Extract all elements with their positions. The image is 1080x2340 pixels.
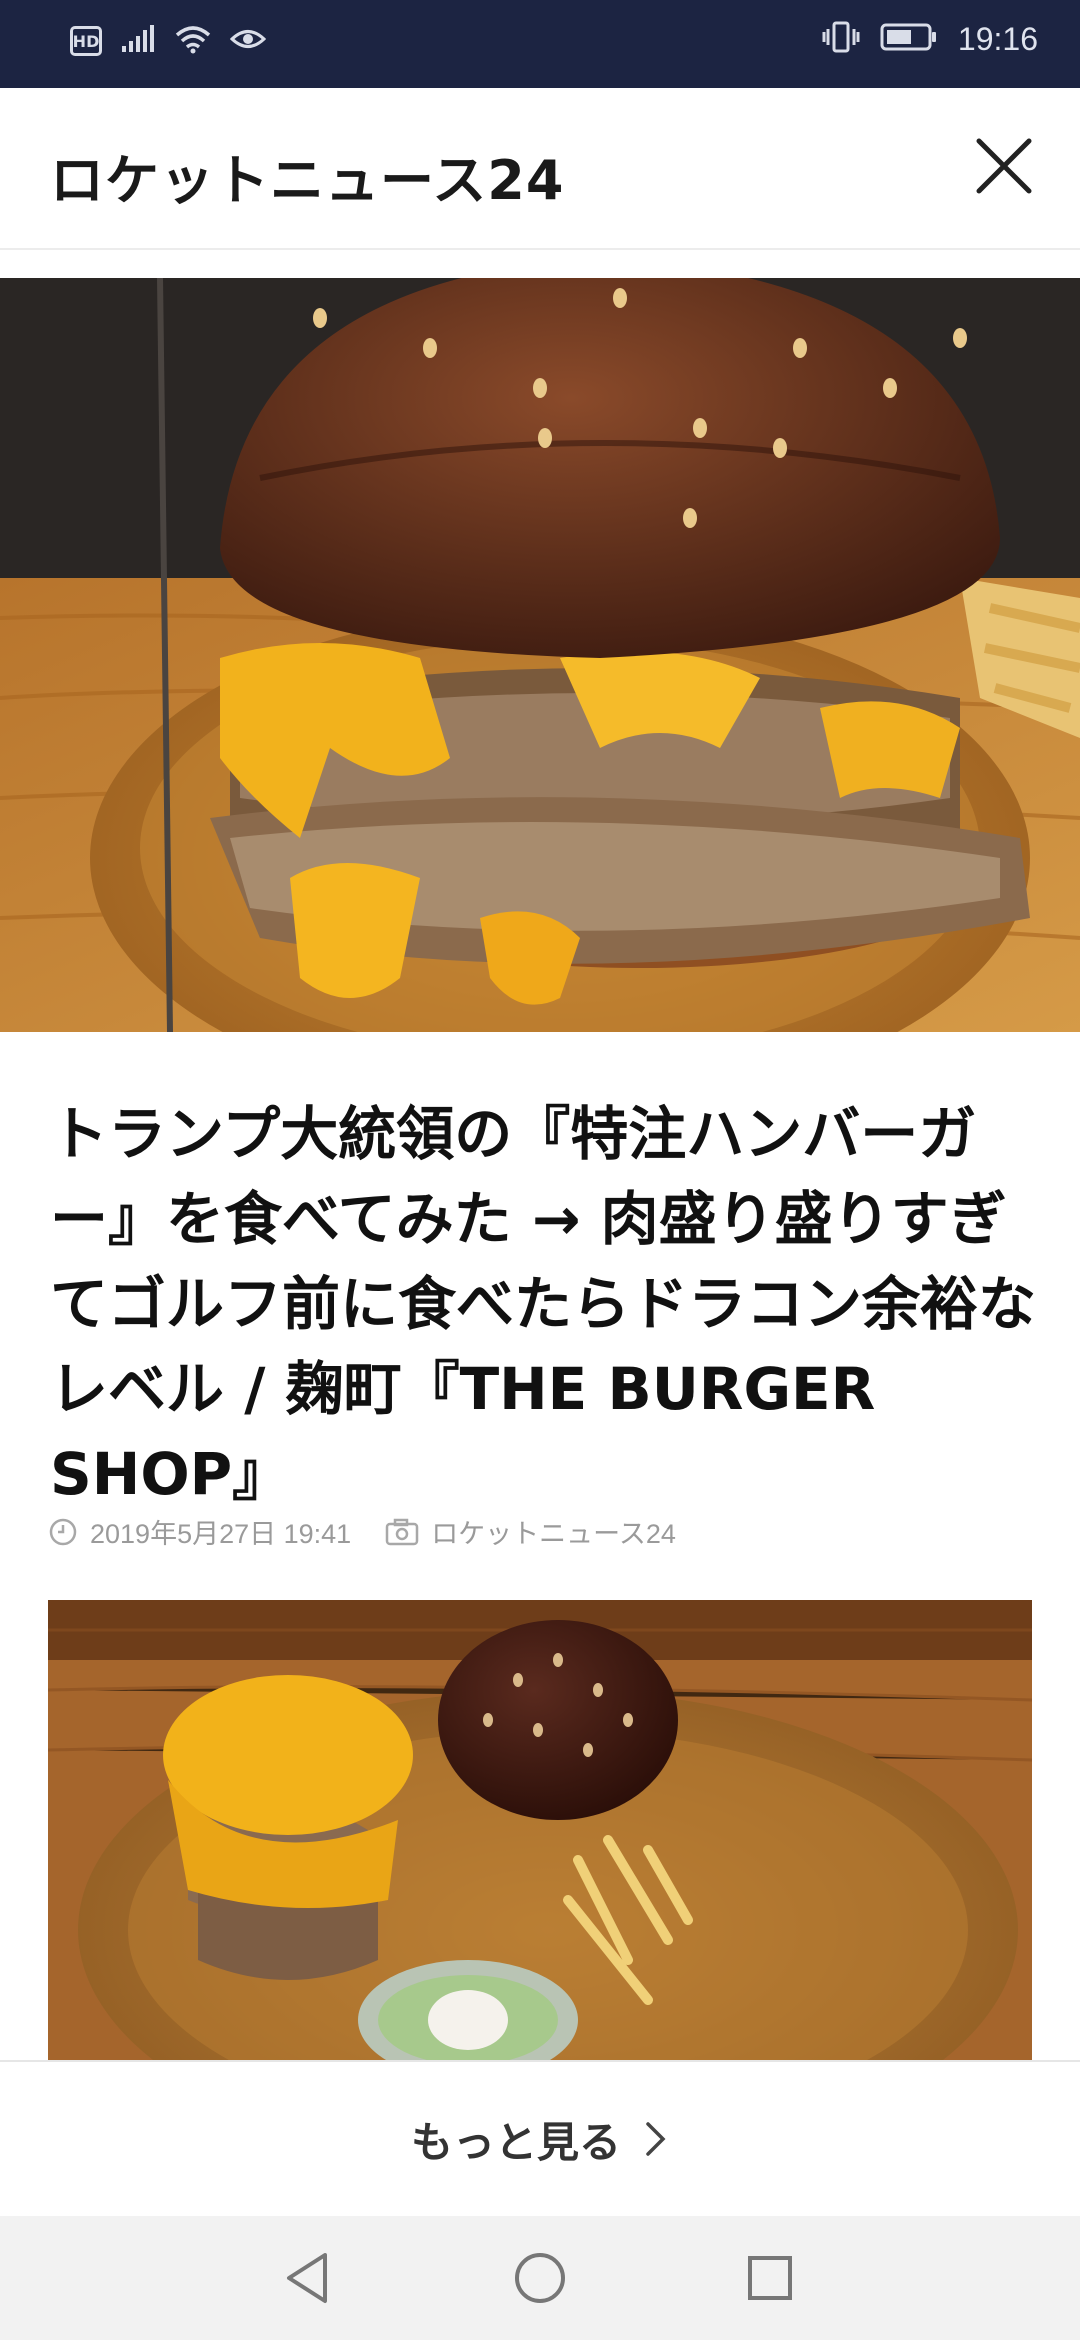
article-date: 2019年5月27日 19:41 xyxy=(48,1512,351,1551)
status-bar: HD 19:16 xyxy=(0,0,1080,88)
more-bar: もっと見る xyxy=(0,2060,1080,2216)
vibrate-icon xyxy=(822,20,860,58)
system-nav-bar xyxy=(0,2216,1080,2340)
nav-recents-button[interactable] xyxy=(740,2248,800,2308)
status-right: 19:16 xyxy=(822,20,1038,58)
signal-icon xyxy=(120,24,156,58)
home-icon xyxy=(515,2253,565,2303)
camera-icon xyxy=(385,1518,419,1545)
chevron-right-icon xyxy=(646,2122,666,2156)
battery-icon xyxy=(880,22,938,56)
article-meta: 2019年5月27日 19:41 ロケットニュース24 xyxy=(48,1512,710,1551)
status-left: HD xyxy=(70,24,267,58)
wifi-icon xyxy=(174,24,212,58)
hd-badge: HD xyxy=(70,26,102,56)
eye-icon xyxy=(229,24,267,58)
more-button-label: もっと見る xyxy=(410,2117,621,2167)
article-source-text: ロケットニュース24 xyxy=(431,1519,676,1549)
nav-home-button[interactable] xyxy=(510,2248,570,2308)
article-date-text: 2019年5月27日 19:41 xyxy=(90,1519,352,1549)
clock-icon xyxy=(49,1518,77,1545)
hero-image[interactable] xyxy=(0,278,1080,1032)
recents-icon xyxy=(748,2256,792,2300)
article-headline[interactable]: トランプ大統領の『特注ハンバーガー』を食べてみた → 肉盛り盛りすぎてゴルフ前に… xyxy=(50,1092,1040,1517)
nav-back-button[interactable] xyxy=(278,2248,338,2308)
article-source: ロケットニュース24 xyxy=(385,1512,676,1551)
page-title: ロケットニュース24 xyxy=(50,149,565,212)
app-header: ロケットニュース24 xyxy=(0,88,1080,250)
article-photo[interactable] xyxy=(48,1600,1032,2060)
close-button[interactable] xyxy=(968,130,1040,202)
close-icon xyxy=(976,138,1032,194)
more-button[interactable]: もっと見る xyxy=(411,2109,669,2170)
back-icon xyxy=(287,2253,327,2303)
status-time: 19:16 xyxy=(957,20,1038,57)
